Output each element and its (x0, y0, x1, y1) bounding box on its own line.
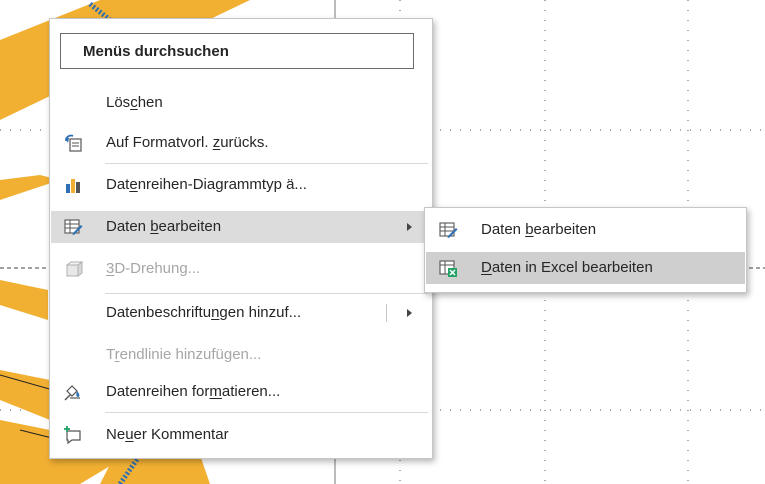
edit-data-icon (64, 219, 83, 235)
menu-item-delete[interactable]: Löschen (51, 87, 431, 119)
menu-item-add-trendline[interactable]: Trendlinie hinzufügen... (51, 339, 431, 371)
menu-item-label: Auf Formatvorl. zurücks. (106, 134, 269, 151)
menu-item-change-chart-type[interactable]: Datenreihen-Diagrammtyp ä... (51, 169, 431, 201)
menu-item-label: Daten in Excel bearbeiten (481, 259, 653, 276)
menu-item-label: Daten bearbeiten (106, 218, 222, 235)
menu-item-label: Löschen (106, 94, 163, 111)
menu-item-label: Datenreihen-Diagrammtyp ä... (106, 176, 307, 193)
new-comment-icon (64, 426, 81, 445)
menu-separator (105, 293, 428, 294)
edit-data-icon (439, 222, 458, 238)
context-menu: Menüs durchsuchen Löschen Auf Formatvorl… (49, 18, 433, 459)
submenu-item-edit-data[interactable]: Daten bearbeiten (426, 214, 745, 246)
search-menus-input[interactable]: Menüs durchsuchen (60, 33, 414, 69)
submenu-arrow-icon[interactable] (407, 309, 412, 317)
menu-item-new-comment[interactable]: Neuer Kommentar (51, 419, 431, 451)
menu-item-3d-rotation[interactable]: 3D-Drehung... (51, 253, 431, 285)
menu-item-label: Trendlinie hinzufügen... (106, 346, 262, 363)
3d-rotation-icon (65, 261, 83, 277)
menu-item-label: Neuer Kommentar (106, 426, 229, 443)
bar-chart-icon (66, 179, 80, 193)
menu-item-edit-data[interactable]: Daten bearbeiten (51, 211, 431, 243)
submenu-item-edit-in-excel[interactable]: Daten in Excel bearbeiten (426, 252, 745, 284)
split-separator (386, 304, 387, 322)
menu-item-reset-style[interactable]: Auf Formatvorl. zurücks. (51, 127, 431, 159)
excel-data-icon (439, 260, 457, 277)
menu-separator (105, 163, 428, 164)
menu-item-label: 3D-Drehung... (106, 260, 201, 277)
menu-item-add-data-labels[interactable]: Datenbeschriftungen hinzuf... (51, 297, 431, 329)
menu-item-label: Datenreihen formatieren... (106, 383, 281, 400)
format-series-icon (64, 385, 80, 401)
menu-item-format-series[interactable]: Datenreihen formatieren... (51, 376, 431, 408)
chart-shape-mid2 (0, 280, 48, 320)
menu-item-label: Datenbeschriftungen hinzuf... (106, 304, 302, 321)
edit-data-submenu: Daten bearbeiten Daten in Excel bearbeit… (424, 207, 747, 293)
reset-style-icon (65, 134, 82, 152)
menu-separator (105, 412, 428, 413)
menu-item-label: Daten bearbeiten (481, 221, 597, 238)
submenu-arrow-icon (407, 223, 412, 231)
